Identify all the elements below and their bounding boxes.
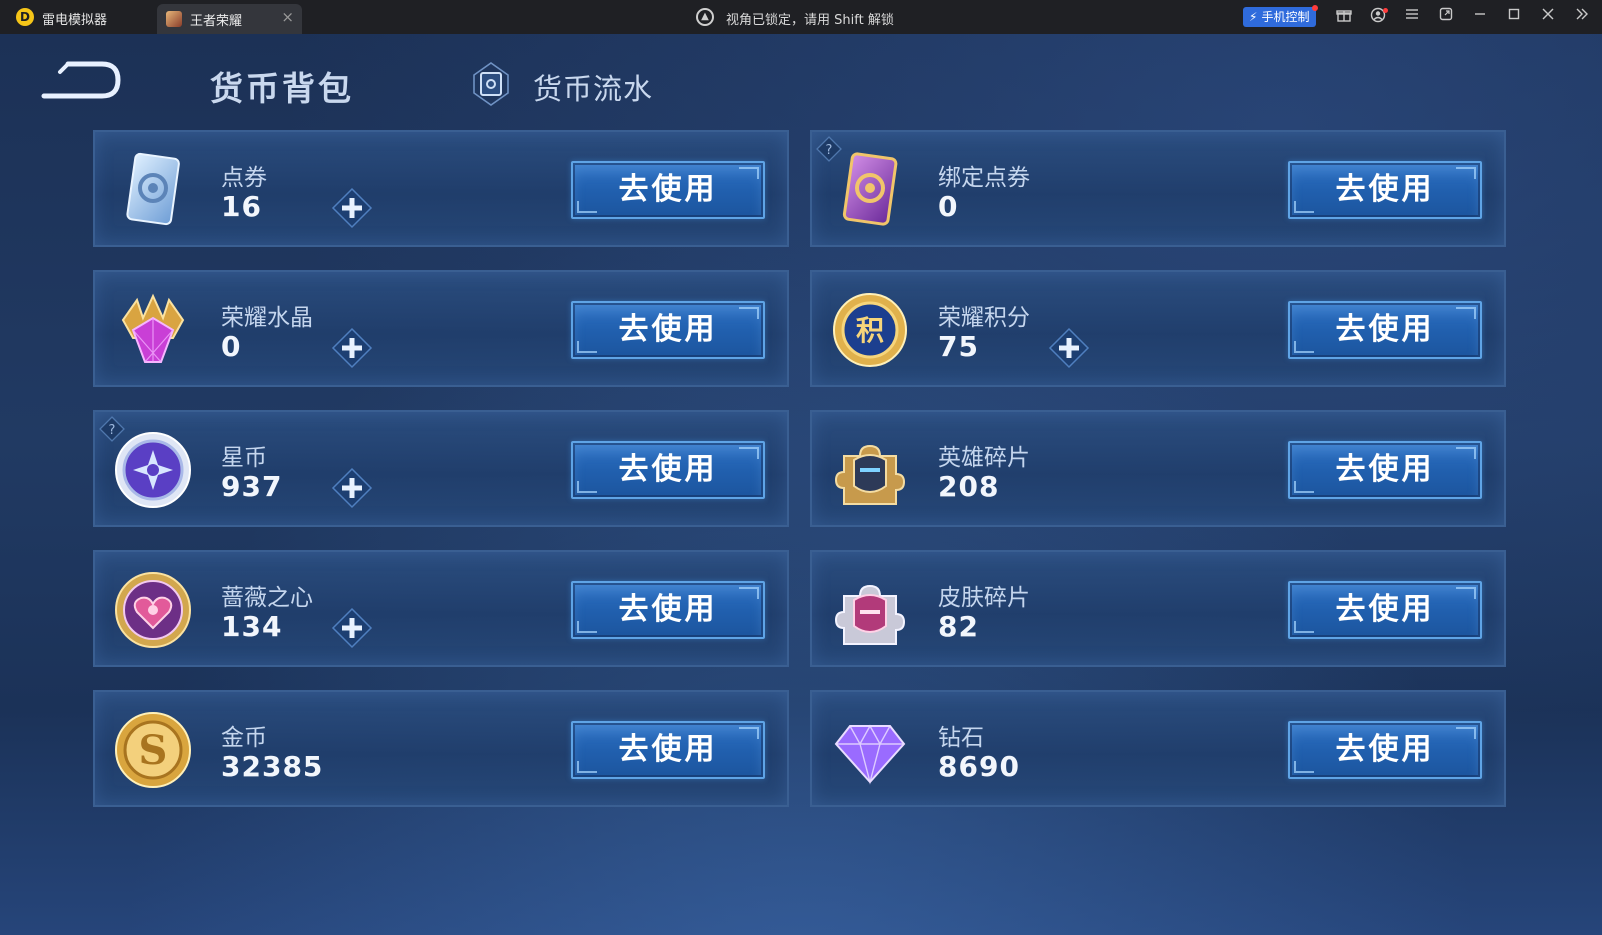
currency-name: 星币 xyxy=(221,445,267,471)
use-skin-fragment-button[interactable]: 去使用 xyxy=(1288,581,1482,639)
currency-value: 937 xyxy=(221,470,283,503)
lock-notice-text: 视角已锁定，请用 Shift 解锁 xyxy=(726,13,894,28)
currency-name: 金币 xyxy=(221,725,267,751)
add-voucher-button[interactable] xyxy=(331,187,373,229)
add-star-coin-button[interactable] xyxy=(331,467,373,509)
popout-icon[interactable] xyxy=(1436,7,1456,27)
tab-close-icon[interactable]: × xyxy=(281,8,294,26)
currency-name: 英雄碎片 xyxy=(938,445,1030,471)
minimize-icon[interactable] xyxy=(1470,7,1490,27)
back-arrow-icon xyxy=(41,61,121,99)
back-button[interactable] xyxy=(40,58,122,102)
gold-coin-icon: S xyxy=(113,710,193,790)
currency-card-rose-heart: 蔷薇之心 134 去使用 xyxy=(93,550,789,667)
close-icon[interactable] xyxy=(1538,7,1558,27)
use-hero-fragment-button[interactable]: 去使用 xyxy=(1288,441,1482,499)
gift-icon[interactable] xyxy=(1334,7,1354,27)
skin-fragment-icon xyxy=(830,570,910,650)
voucher-icon xyxy=(113,150,193,230)
sidebar-expand-icon[interactable] xyxy=(1572,7,1592,27)
hero-fragment-icon xyxy=(830,430,910,510)
currency-name: 绑定点券 xyxy=(938,165,1030,191)
use-gold-coin-button[interactable]: 去使用 xyxy=(571,721,765,779)
add-rose-heart-button[interactable] xyxy=(331,607,373,649)
lock-icon: ▲ xyxy=(696,8,714,26)
lightning-icon: ⚡ xyxy=(1249,10,1258,24)
glory-points-icon: 积 xyxy=(830,290,910,370)
diamond-icon xyxy=(830,710,910,790)
game-tab-icon xyxy=(166,11,182,27)
tab-label: 王者荣耀 xyxy=(190,14,243,29)
currency-card-glory-points: 积 荣耀积分 75 去使用 xyxy=(810,270,1506,387)
currency-card-bound-voucher: ? 绑定点券 0 去使用 xyxy=(810,130,1506,247)
add-glory-crystal-button[interactable] xyxy=(331,327,373,369)
currency-value: 75 xyxy=(938,330,979,363)
window-title-bar: D 雷电模拟器 王者荣耀 × ▲ 视角已锁定，请用 Shift 解锁 ⚡ 手机控制 xyxy=(0,0,1602,34)
currency-value: 8690 xyxy=(938,750,1020,783)
currency-value: 0 xyxy=(938,190,959,223)
use-star-coin-button[interactable]: 去使用 xyxy=(571,441,765,499)
phone-control-label: 手机控制 xyxy=(1261,10,1310,24)
currency-value: 208 xyxy=(938,470,1000,503)
currency-card-glory-crystal: 荣耀水晶 0 去使用 xyxy=(93,270,789,387)
app-logo-icon: D xyxy=(16,8,34,26)
use-voucher-button[interactable]: 去使用 xyxy=(571,161,765,219)
currency-name: 荣耀积分 xyxy=(938,305,1030,331)
currency-name: 荣耀水晶 xyxy=(221,305,313,331)
use-bound-voucher-button[interactable]: 去使用 xyxy=(1288,161,1482,219)
page-title: 货币背包 xyxy=(210,69,354,108)
currency-value: 134 xyxy=(221,610,283,643)
currency-card-star-coin: ? 星币 937 去使用 xyxy=(93,410,789,527)
currency-flow-tab[interactable]: 货币流水 xyxy=(533,66,653,108)
currency-value: 32385 xyxy=(221,750,324,783)
plus-icon xyxy=(331,327,373,369)
svg-text:积: 积 xyxy=(856,314,884,347)
currency-bag-screen: 货币背包 货币流水 点券 16 去使用 ? 绑定点券 0 去使用 荣耀水晶 0 … xyxy=(0,34,1602,935)
plus-icon xyxy=(331,467,373,509)
plus-icon xyxy=(331,187,373,229)
currency-name: 钻石 xyxy=(938,725,984,751)
add-glory-points-button[interactable] xyxy=(1048,327,1090,369)
svg-text:S: S xyxy=(139,727,168,774)
user-icon[interactable] xyxy=(1368,7,1388,27)
currency-name: 皮肤碎片 xyxy=(938,585,1030,611)
notification-dot xyxy=(1312,5,1319,11)
use-rose-heart-button[interactable]: 去使用 xyxy=(571,581,765,639)
currency-card-voucher: 点券 16 去使用 xyxy=(93,130,789,247)
currency-card-hero-fragment: 英雄碎片 208 去使用 xyxy=(810,410,1506,527)
use-glory-crystal-button[interactable]: 去使用 xyxy=(571,301,765,359)
currency-value: 82 xyxy=(938,610,979,643)
currency-card-diamond: 钻石 8690 去使用 xyxy=(810,690,1506,807)
currency-name: 点券 xyxy=(221,165,267,191)
notification-dot xyxy=(1383,8,1388,13)
currency-name: 蔷薇之心 xyxy=(221,585,313,611)
glory-crystal-icon xyxy=(113,290,193,370)
use-diamond-button[interactable]: 去使用 xyxy=(1288,721,1482,779)
app-name: 雷电模拟器 xyxy=(42,13,108,28)
use-glory-points-button[interactable]: 去使用 xyxy=(1288,301,1482,359)
star-coin-icon xyxy=(113,430,193,510)
rose-heart-icon xyxy=(113,570,193,650)
bound-voucher-icon xyxy=(830,150,910,230)
tab-game[interactable]: 王者荣耀 × xyxy=(157,4,302,34)
currency-card-skin-fragment: 皮肤碎片 82 去使用 xyxy=(810,550,1506,667)
plus-icon xyxy=(331,607,373,649)
currency-flow-icon[interactable] xyxy=(470,61,512,107)
phone-control-button[interactable]: ⚡ 手机控制 xyxy=(1243,5,1319,27)
currency-value: 0 xyxy=(221,330,242,363)
currency-value: 16 xyxy=(221,190,262,223)
currency-card-gold-coin: S 金币 32385 去使用 xyxy=(93,690,789,807)
maximize-icon[interactable] xyxy=(1504,7,1524,27)
plus-icon xyxy=(1048,327,1090,369)
menu-icon[interactable] xyxy=(1402,7,1422,27)
